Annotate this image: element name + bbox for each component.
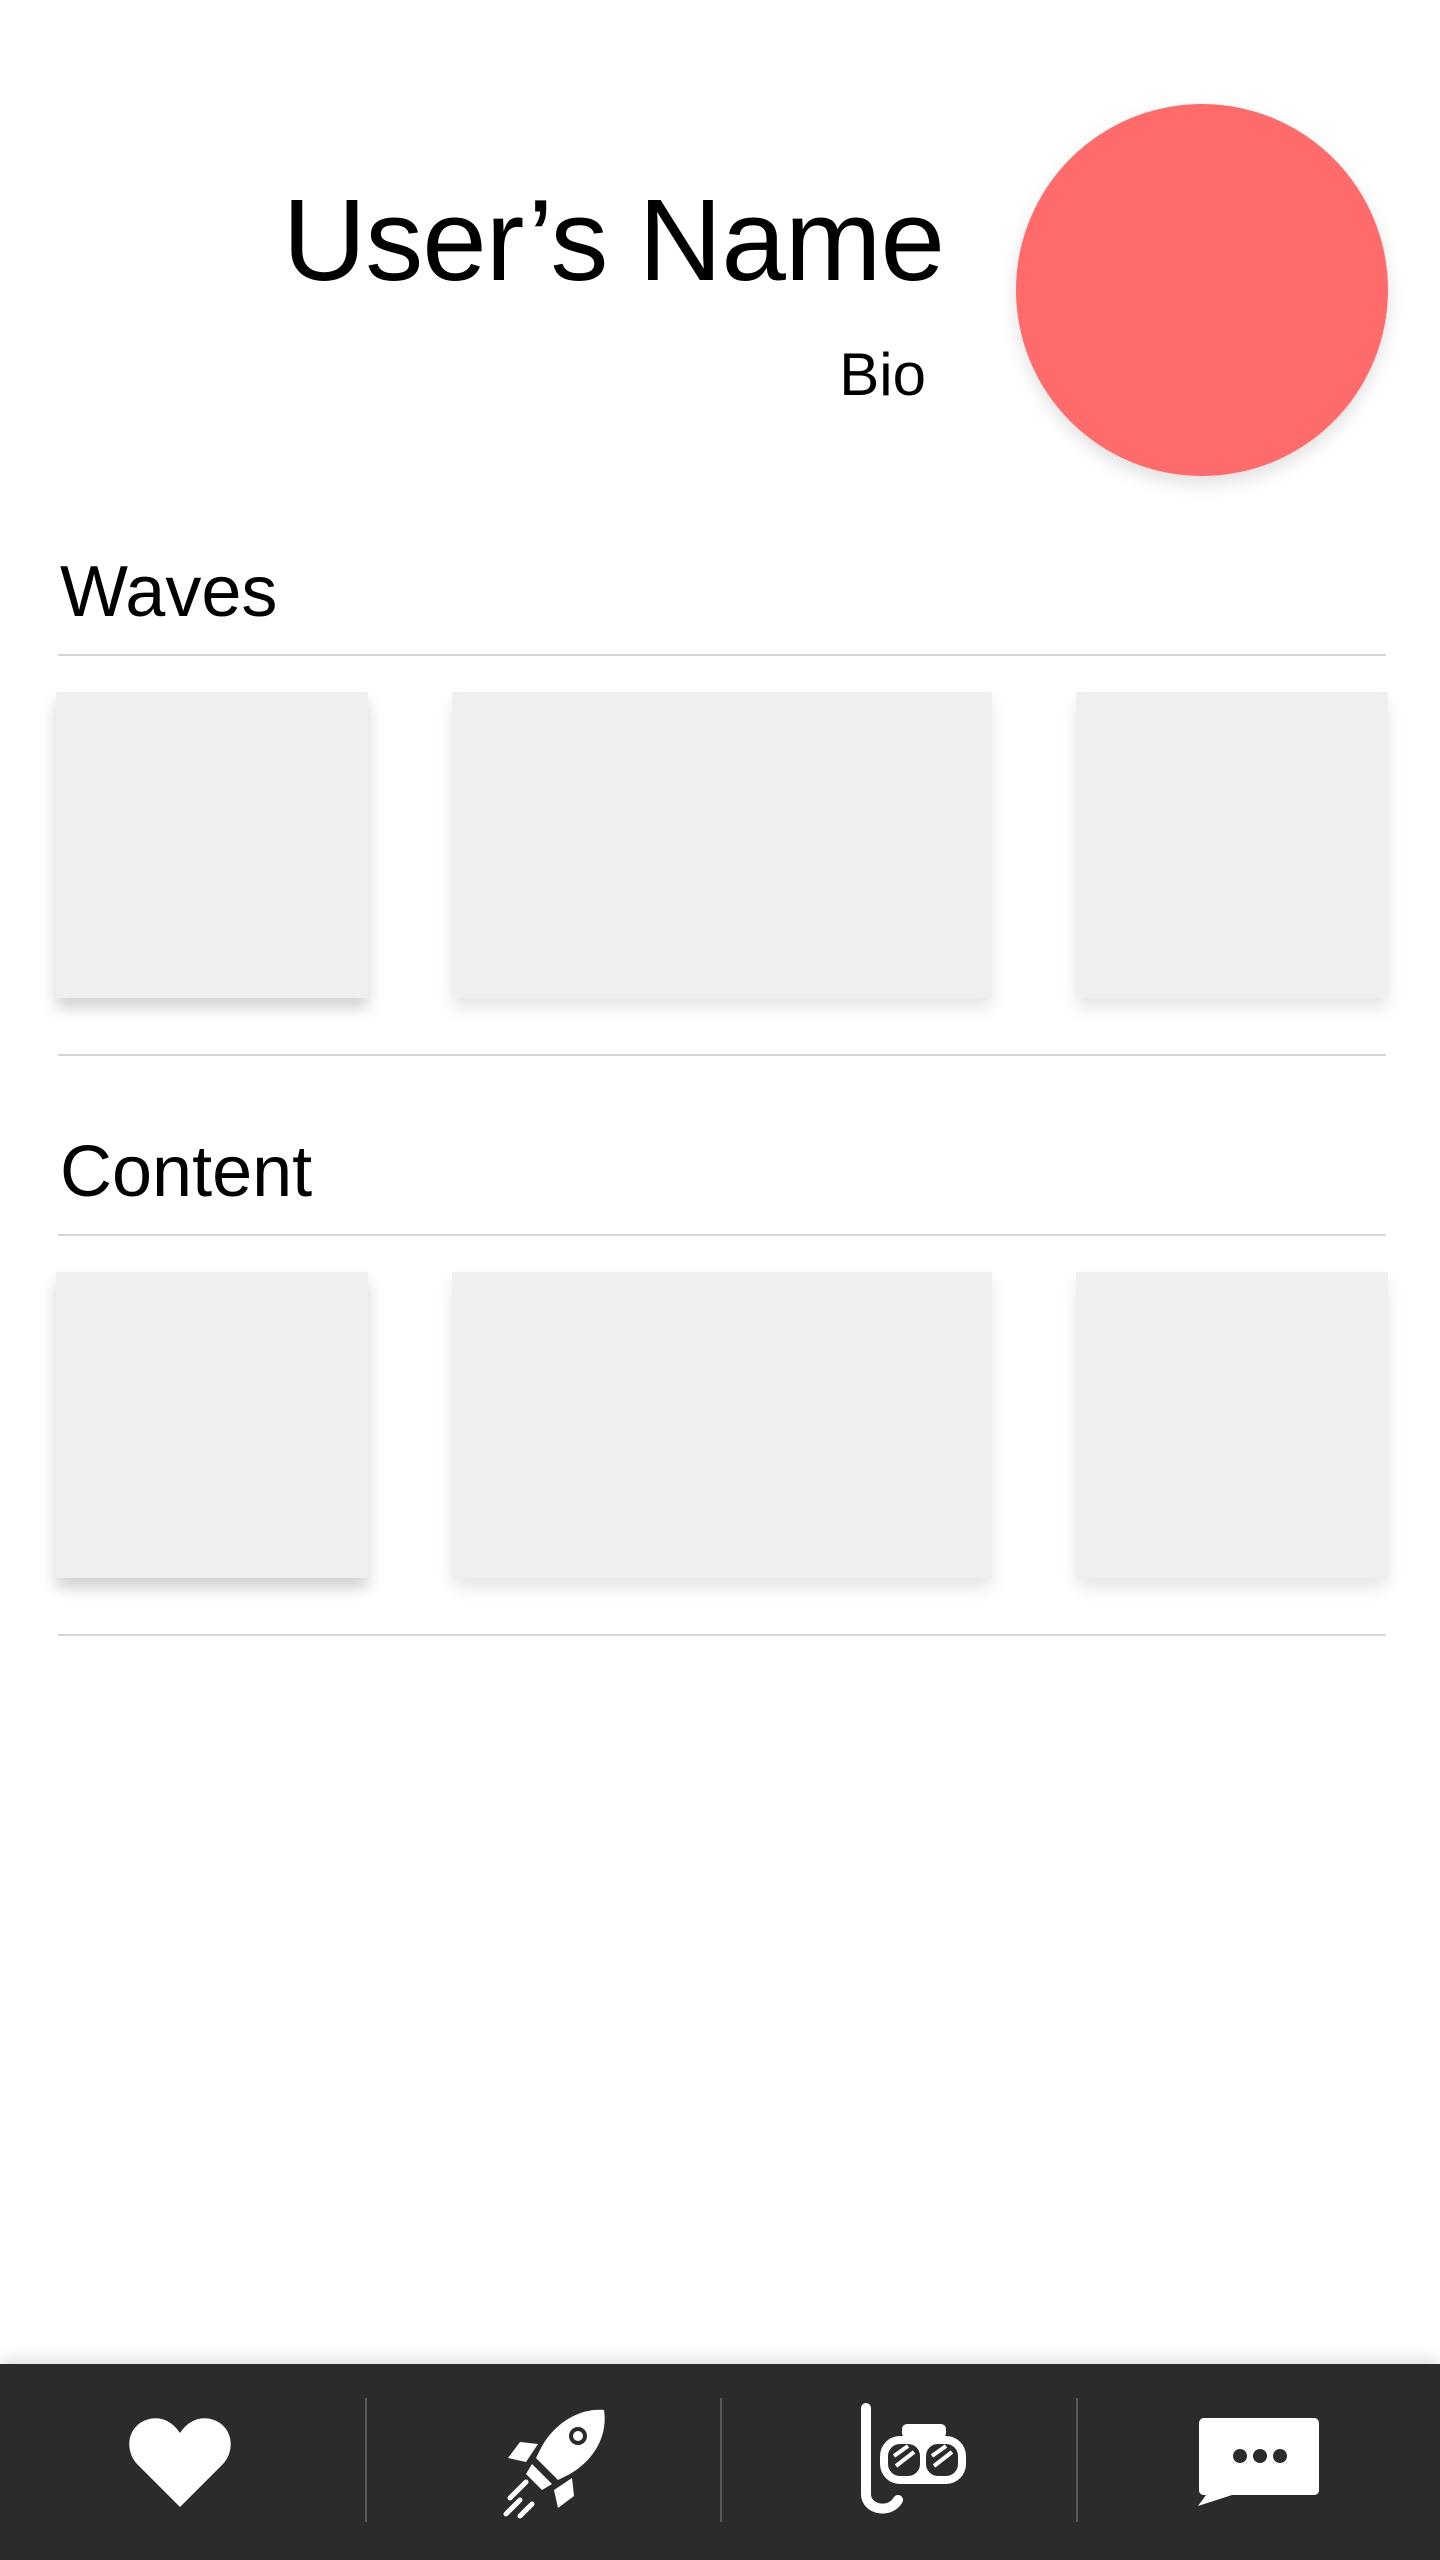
heart-icon xyxy=(128,2415,232,2509)
nav-divider xyxy=(365,2398,367,2522)
snorkel-mask-icon xyxy=(850,2402,970,2522)
profile-header: User’s Name Bio xyxy=(0,0,1440,500)
wave-card[interactable] xyxy=(1076,692,1388,998)
content-card[interactable] xyxy=(1076,1272,1388,1578)
rocket-icon xyxy=(496,2402,616,2522)
bottom-nav-bar xyxy=(0,2364,1440,2560)
section-divider xyxy=(58,1234,1386,1236)
section-divider xyxy=(58,1634,1386,1636)
content-card[interactable] xyxy=(452,1272,992,1578)
nav-favorites-button[interactable] xyxy=(30,2364,330,2560)
section-title-waves: Waves xyxy=(60,552,278,632)
nav-divider xyxy=(1076,2398,1078,2522)
nav-divider xyxy=(720,2398,722,2522)
section-divider xyxy=(58,1054,1386,1056)
wave-card[interactable] xyxy=(452,692,992,998)
chat-bubble-icon xyxy=(1196,2416,1320,2508)
section-title-content: Content xyxy=(60,1132,313,1212)
nav-launch-button[interactable] xyxy=(406,2364,706,2560)
wave-card[interactable] xyxy=(56,692,368,998)
nav-dive-button[interactable] xyxy=(760,2364,1060,2560)
user-name: User’s Name xyxy=(282,175,945,305)
content-card[interactable] xyxy=(56,1272,368,1578)
nav-messages-button[interactable] xyxy=(1108,2364,1408,2560)
section-divider xyxy=(58,654,1386,656)
user-bio: Bio xyxy=(839,341,926,408)
avatar[interactable] xyxy=(1016,104,1388,476)
